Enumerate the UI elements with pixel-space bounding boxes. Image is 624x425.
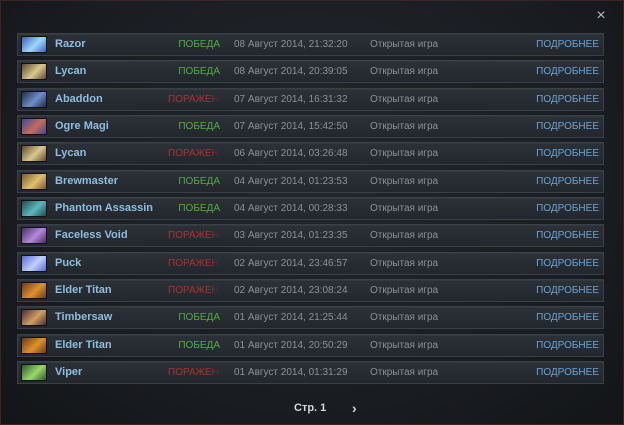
game-mode: Открытая игра [370, 39, 439, 50]
match-result: ПОРАЖЕНИЕ [168, 148, 220, 160]
details-link[interactable]: ПОДРОБНЕЕ [536, 143, 599, 164]
match-result: ПОБЕДА [178, 203, 220, 215]
game-mode: Открытая игра [370, 312, 439, 324]
match-date: 02 Август 2014, 23:46:57 [234, 257, 348, 269]
match-list: Razor ПОБЕДА 08 Август 2014, 21:32:20 От… [17, 33, 604, 388]
match-result: ПОРАЖЕНИЕ [168, 93, 220, 105]
hero-name[interactable]: Lycan [55, 61, 86, 82]
hero-portrait-icon [21, 282, 47, 300]
match-result: ПОБЕДА [178, 339, 220, 351]
page-label: Стр. 1 [294, 402, 327, 414]
details-link[interactable]: ПОДРОБНЕЕ [536, 198, 599, 219]
game-mode: Открытая игра [370, 339, 439, 351]
details-link[interactable]: ПОДРОБНЕЕ [536, 280, 599, 301]
hero-name[interactable]: Faceless Void [55, 225, 128, 246]
game-mode: Открытая игра [370, 285, 439, 297]
match-row: Lycan ПОРАЖЕНИЕ 06 Август 2014, 03:26:48… [17, 142, 604, 166]
match-date: 01 Август 2014, 01:31:29 [234, 367, 348, 379]
match-row: Brewmaster ПОБЕДА 04 Август 2014, 01:23:… [17, 169, 604, 193]
details-link[interactable]: ПОДРОБНЕЕ [536, 171, 599, 192]
match-result: ПОБЕДА [178, 121, 220, 133]
hero-name[interactable]: Lycan [55, 143, 86, 164]
hero-portrait-icon [21, 118, 47, 136]
match-result: ПОРАЖЕНИЕ [168, 257, 220, 269]
hero-name[interactable]: Viper [55, 362, 82, 383]
hero-name[interactable]: Elder Titan [55, 280, 112, 301]
match-result: ПОБЕДА [178, 66, 220, 78]
next-page-icon[interactable]: › [352, 400, 357, 416]
hero-name[interactable]: Brewmaster [55, 171, 118, 192]
hero-portrait-icon [21, 254, 47, 272]
details-link[interactable]: ПОДРОБНЕЕ [536, 34, 599, 55]
match-result: ПОБЕДА [178, 175, 220, 187]
hero-portrait-icon [21, 200, 47, 218]
match-date: 04 Август 2014, 01:23:53 [234, 175, 348, 187]
details-link[interactable]: ПОДРОБНЕЕ [536, 61, 599, 82]
match-row: Phantom Assassin ПОБЕДА 04 Август 2014, … [17, 197, 604, 221]
match-result: ПОРАЖЕНИЕ [168, 285, 220, 297]
hero-name[interactable]: Ogre Magi [55, 116, 109, 137]
match-result: ПОРАЖЕНИЕ [168, 367, 220, 379]
game-mode: Открытая игра [370, 148, 439, 160]
hero-portrait-icon [21, 172, 47, 190]
hero-name[interactable]: Razor [55, 34, 86, 55]
match-date: 08 Август 2014, 20:39:05 [234, 66, 348, 78]
hero-portrait-icon [21, 63, 47, 81]
hero-portrait-icon [21, 336, 47, 354]
match-row: Abaddon ПОРАЖЕНИЕ 07 Август 2014, 16:31:… [17, 87, 604, 111]
match-result: ПОБЕДА [178, 312, 220, 324]
game-mode: Открытая игра [370, 257, 439, 269]
hero-name[interactable]: Phantom Assassin [55, 198, 153, 219]
match-date: 01 Август 2014, 21:25:44 [234, 312, 348, 324]
match-row: Ogre Magi ПОБЕДА 07 Август 2014, 15:42:5… [17, 115, 604, 139]
match-row: Faceless Void ПОРАЖЕНИЕ 03 Август 2014, … [17, 224, 604, 248]
close-icon[interactable]: × [593, 8, 609, 24]
pagination: Стр. 1 › [1, 399, 624, 419]
match-row: Viper ПОРАЖЕНИЕ 01 Август 2014, 01:31:29… [17, 361, 604, 385]
match-date: 07 Август 2014, 15:42:50 [234, 121, 348, 133]
match-history-window: × Razor ПОБЕДА 08 Август 2014, 21:32:20 … [0, 0, 624, 425]
match-date: 03 Август 2014, 01:23:35 [234, 230, 348, 242]
game-mode: Открытая игра [370, 203, 439, 215]
hero-portrait-icon [21, 36, 47, 53]
hero-name[interactable]: Puck [55, 253, 81, 274]
details-link[interactable]: ПОДРОБНЕЕ [536, 116, 599, 137]
game-mode: Открытая игра [370, 230, 439, 242]
hero-name[interactable]: Elder Titan [55, 335, 112, 356]
match-date: 06 Август 2014, 03:26:48 [234, 148, 348, 160]
game-mode: Открытая игра [370, 367, 439, 379]
match-row: Razor ПОБЕДА 08 Август 2014, 21:32:20 От… [17, 33, 604, 56]
match-row: Puck ПОРАЖЕНИЕ 02 Август 2014, 23:46:57 … [17, 251, 604, 275]
match-date: 08 Август 2014, 21:32:20 [234, 39, 348, 50]
match-row: Elder Titan ПОБЕДА 01 Август 2014, 20:50… [17, 333, 604, 357]
details-link[interactable]: ПОДРОБНЕЕ [536, 89, 599, 110]
hero-portrait-icon [21, 227, 47, 245]
hero-name[interactable]: Timbersaw [55, 307, 112, 328]
match-date: 01 Август 2014, 20:50:29 [234, 339, 348, 351]
match-result: ПОРАЖЕНИЕ [168, 230, 220, 242]
game-mode: Открытая игра [370, 93, 439, 105]
details-link[interactable]: ПОДРОБНЕЕ [536, 225, 599, 246]
match-row: Lycan ПОБЕДА 08 Август 2014, 20:39:05 От… [17, 60, 604, 84]
match-date: 07 Август 2014, 16:31:32 [234, 93, 348, 105]
hero-portrait-icon [21, 309, 47, 327]
game-mode: Открытая игра [370, 66, 439, 78]
match-row: Timbersaw ПОБЕДА 01 Август 2014, 21:25:4… [17, 306, 604, 330]
hero-portrait-icon [21, 364, 47, 382]
details-link[interactable]: ПОДРОБНЕЕ [536, 253, 599, 274]
game-mode: Открытая игра [370, 175, 439, 187]
match-row: Elder Titan ПОРАЖЕНИЕ 02 Август 2014, 23… [17, 279, 604, 303]
match-date: 02 Август 2014, 23:08:24 [234, 285, 348, 297]
hero-portrait-icon [21, 145, 47, 163]
details-link[interactable]: ПОДРОБНЕЕ [536, 335, 599, 356]
details-link[interactable]: ПОДРОБНЕЕ [536, 307, 599, 328]
details-link[interactable]: ПОДРОБНЕЕ [536, 362, 599, 383]
hero-portrait-icon [21, 90, 47, 108]
hero-name[interactable]: Abaddon [55, 89, 103, 110]
game-mode: Открытая игра [370, 121, 439, 133]
match-result: ПОБЕДА [178, 39, 220, 50]
match-date: 04 Август 2014, 00:28:33 [234, 203, 348, 215]
